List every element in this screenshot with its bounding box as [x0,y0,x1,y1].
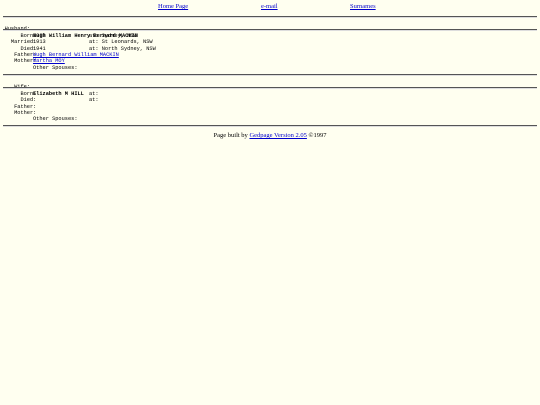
wife-row: Wife: Elizabeth M HILL [0,78,540,96]
divider [3,16,537,18]
top-navigation: Home Page e-mail Surnames [0,3,540,13]
surnames-link[interactable]: Surnames [350,3,376,10]
gedpage-link[interactable]: Gedpage Version 2.05 [249,132,306,139]
wife-details: Born: at: Died: at: Father: Mother: Othe… [0,91,540,125]
footer-prefix: Page built by [213,132,250,139]
husband-other-spouses: Other Spouses: [33,64,78,71]
mother-label: Mother: [14,58,37,65]
wife-died-place: at: [89,97,99,104]
wife-other-spouses: Other Spouses: [33,116,78,123]
husband-details: Born: 1883 at: Sydney, NSW Married: 1913… [0,33,540,73]
email-link[interactable]: e-mail [261,3,278,10]
page-footer: Page built by Gedpage Version 2.05 ©1997 [0,132,540,139]
divider [3,87,537,89]
home-page-link[interactable]: Home Page [158,3,188,10]
mother-label: Mother: [14,109,37,116]
divider [3,74,537,76]
footer-copyright: ©1997 [306,132,327,139]
husband-row: Husband: Hugh William Henry Bernard MACK… [0,20,540,38]
divider [3,29,537,31]
divider [3,125,537,127]
